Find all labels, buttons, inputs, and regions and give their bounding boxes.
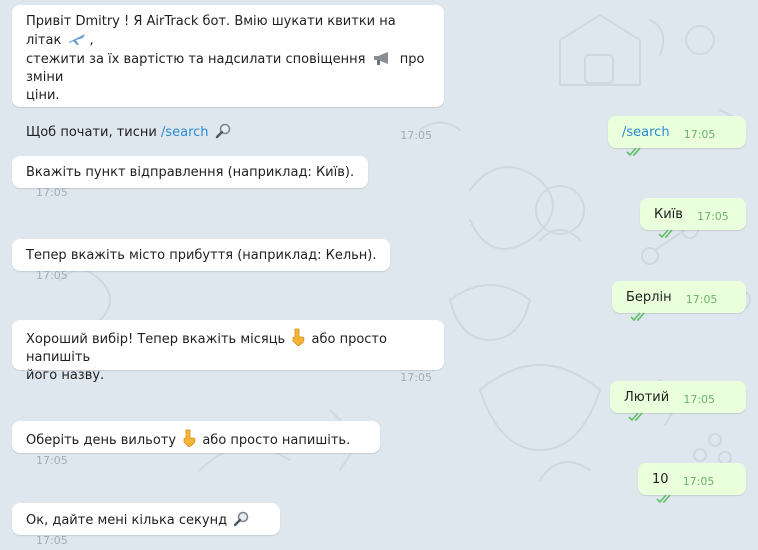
message-time: 17:05 (685, 293, 718, 306)
outgoing-message: 10 17:05 (638, 463, 746, 504)
incoming-message: Тепер вкажіть місто прибуття (наприклад:… (12, 239, 390, 282)
outgoing-message: Київ 17:05 (640, 198, 746, 239)
double-check-icon (628, 412, 643, 422)
message-time: 17:05 (683, 128, 716, 141)
message-line: ціни. (26, 88, 60, 103)
outgoing-message: Лютий 17:05 (610, 381, 746, 422)
incoming-message: Хороший вибір! Тепер вкажіть місяць або … (12, 320, 444, 384)
double-check-icon (658, 229, 673, 239)
message-line: його назву. 17:05 (26, 367, 432, 385)
search-command-link[interactable]: /search (622, 125, 670, 140)
double-check-icon (626, 147, 641, 157)
pointing-down-icon (292, 328, 305, 346)
message-line: Привіт Dmitry ! Я AirTrack бот. Вмію шук… (26, 14, 400, 48)
magnifier-icon (234, 511, 249, 527)
double-check-icon (656, 494, 671, 504)
message-time: 17:05 (36, 269, 68, 282)
message-time: 17:05 (683, 393, 716, 406)
message-time: 17:05 (682, 475, 715, 488)
message-time: 17:05 (36, 186, 68, 199)
message-time: 17:05 (400, 129, 432, 142)
message-line: Щоб почати, тисни /search 17:05 (26, 123, 432, 142)
magnifier-icon (215, 123, 230, 139)
message-line: Хороший вибір! Тепер вкажіть місяць або … (26, 328, 432, 367)
message-time: 17:05 (36, 454, 68, 467)
double-check-icon (630, 312, 645, 322)
airplane-icon (69, 34, 86, 45)
outgoing-message: /search 17:05 (608, 116, 746, 157)
incoming-message: Вкажіть пункт відправлення (наприклад: К… (12, 156, 368, 199)
message-time: 17:05 (36, 534, 68, 547)
message-line: стежити за їх вартістю та надсилати спов… (26, 52, 429, 85)
message-time: 17:05 (400, 371, 432, 384)
megaphone-icon (373, 52, 388, 65)
search-command-link[interactable]: /search (161, 125, 209, 140)
incoming-message: Оберіть день вильоту або просто напишіть… (12, 421, 380, 467)
message-time: 17:05 (697, 210, 729, 223)
incoming-message-welcome: Привіт Dmitry ! Я AirTrack бот. Вмію шук… (12, 5, 444, 142)
pointing-down-icon (183, 429, 196, 447)
outgoing-message: Берлін 17:05 (612, 281, 746, 322)
incoming-message: Ок, дайте мені кілька секунд 17:05 (12, 503, 280, 547)
